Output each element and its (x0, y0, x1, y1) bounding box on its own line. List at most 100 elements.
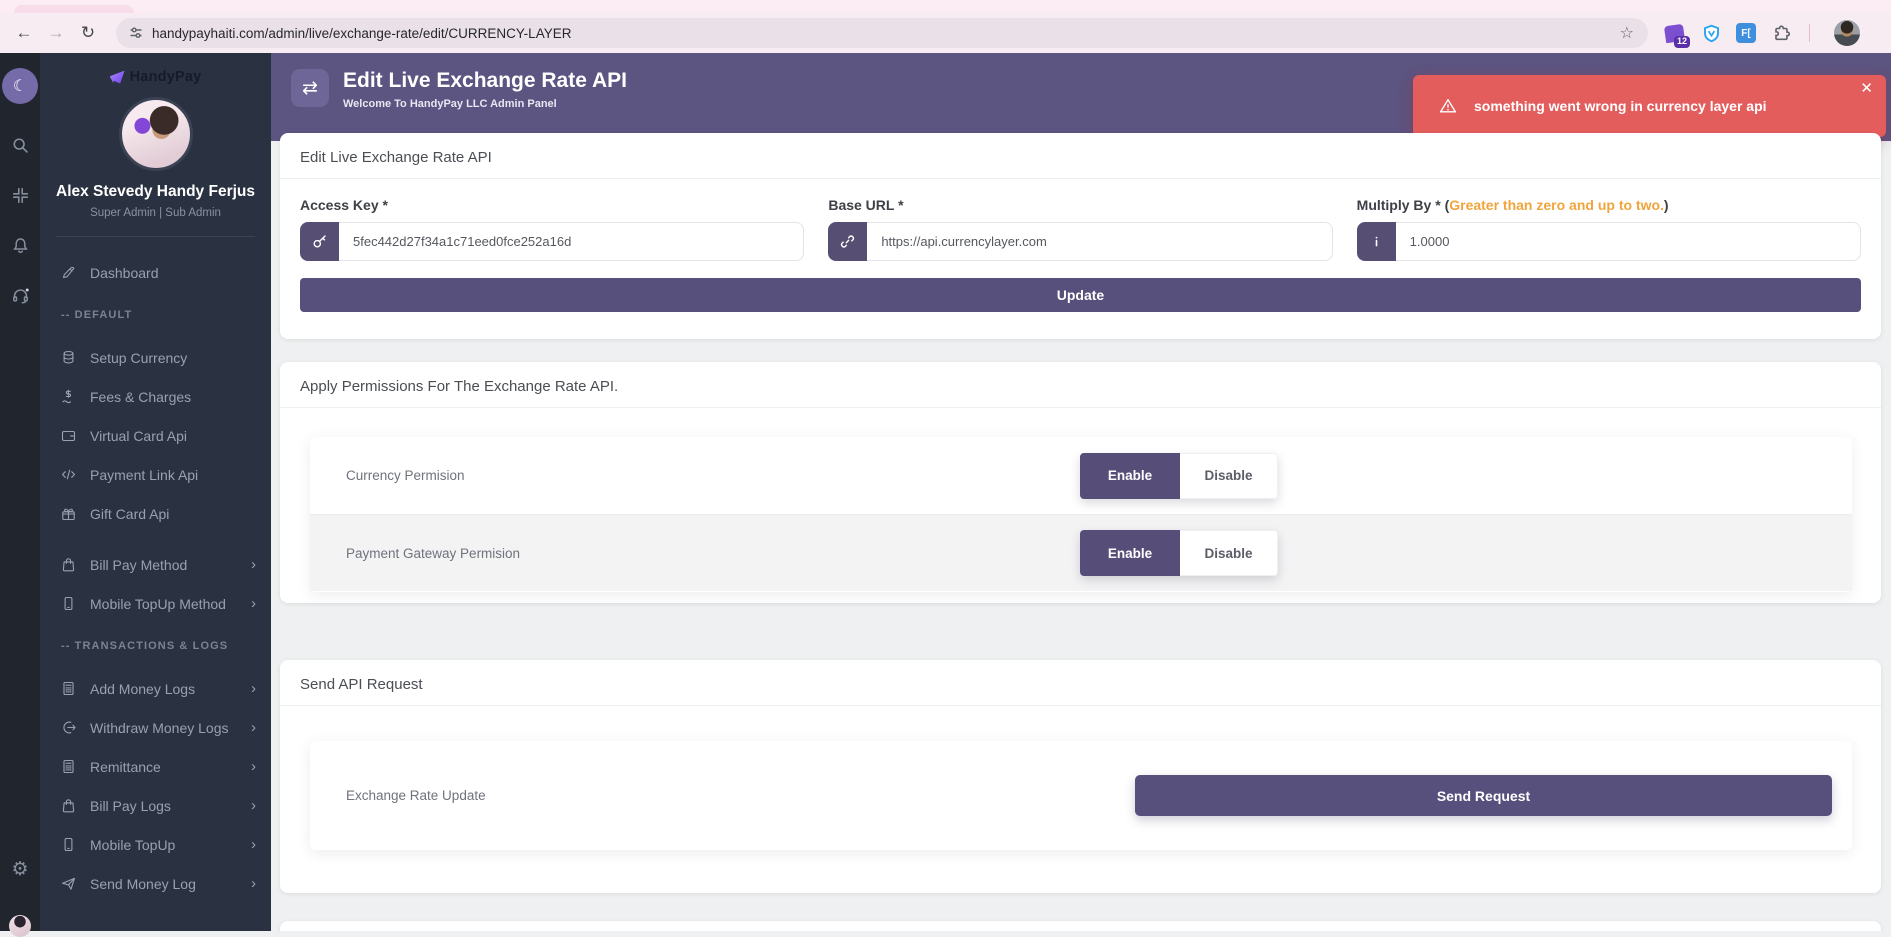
access-key-input[interactable] (339, 222, 804, 261)
calc-icon (61, 681, 77, 696)
browser-profile-avatar[interactable] (1834, 20, 1860, 46)
permission-toggle: EnableDisable (1080, 453, 1278, 499)
settings-gear-icon[interactable]: ⚙ (11, 858, 28, 881)
sidebar-item-dashboard[interactable]: Dashboard (40, 253, 271, 292)
handypay-logo[interactable]: HandyPay (40, 67, 271, 87)
sidebar-menu: Dashboard-- DEFAULTSetup CurrencyFees & … (40, 253, 271, 903)
sidebar-item-withdraw-money-logs[interactable]: Withdraw Money Logs› (40, 708, 271, 747)
bag-icon (61, 557, 77, 572)
rail-user-avatar[interactable] (9, 915, 31, 937)
permissions-card-title: Apply Permissions For The Exchange Rate … (280, 362, 1881, 408)
main-content: ⇄ Edit Live Exchange Rate API Welcome To… (271, 53, 1891, 931)
disable-button[interactable]: Disable (1180, 453, 1278, 499)
chevron-right-icon: › (251, 836, 256, 853)
browser-tab[interactable] (14, 5, 134, 13)
sidebar-item-remittance[interactable]: Remittance › (40, 747, 271, 786)
access-key-label: Access Key * (300, 197, 804, 213)
sidebar-item-bill-pay-method[interactable]: Bill Pay Method› (40, 545, 271, 584)
key-icon (300, 222, 339, 261)
moon-icon: ☾ (13, 76, 27, 96)
sidebar: HandyPay Alex Stevedy Handy Ferjus Super… (40, 53, 271, 931)
sidebar-item-bill-pay-logs[interactable]: Bill Pay Logs› (40, 786, 271, 825)
permission-label: Currency Permision (346, 468, 465, 483)
forward-icon[interactable]: → (40, 17, 72, 49)
search-icon[interactable] (12, 137, 29, 154)
sidebar-item-send-money-log[interactable]: Send Money Log› (40, 864, 271, 903)
edit-api-card: Edit Live Exchange Rate API Access Key * (280, 133, 1881, 339)
sidebar-item-mobile-topup[interactable]: Mobile TopUp › (40, 825, 271, 864)
fi-extension-icon[interactable]: F[ (1736, 23, 1756, 43)
back-icon[interactable]: ← (8, 17, 40, 49)
sidebar-item-label: Send Money Log (90, 876, 196, 892)
bag-icon (61, 798, 77, 813)
send-request-button[interactable]: Send Request (1135, 775, 1832, 816)
fullscreen-compress-icon[interactable] (12, 187, 29, 204)
disable-button[interactable]: Disable (1180, 530, 1278, 576)
handypay-logo-icon (110, 71, 125, 84)
dark-mode-toggle[interactable]: ☾ (2, 68, 38, 104)
permission-toggle: EnableDisable (1080, 530, 1278, 576)
sidebar-item-label: Mobile TopUp (90, 837, 175, 853)
enable-button[interactable]: Enable (1080, 530, 1180, 576)
user-avatar[interactable] (119, 97, 193, 171)
coins-icon (61, 350, 77, 365)
sidebar-divider (56, 236, 255, 237)
sidebar-item-label: Dashboard (90, 265, 159, 281)
reload-icon[interactable]: ↻ (72, 17, 104, 49)
permissions-table: Currency PermisionEnableDisablePayment G… (310, 437, 1852, 592)
page-title: Edit Live Exchange Rate API (343, 69, 627, 93)
page-head: ⇄ Edit Live Exchange Rate API Welcome To… (291, 69, 627, 110)
warning-icon (1439, 97, 1457, 115)
support-headset-icon[interactable] (12, 287, 29, 304)
toast-message: something went wrong in currency layer a… (1474, 98, 1767, 114)
toast-close-icon[interactable]: ✕ (1860, 79, 1873, 97)
browser-toolbar: ← → ↻ ☆ 12 (0, 13, 1891, 53)
sidebar-item-mobile-topup-method[interactable]: Mobile TopUp Method› (40, 584, 271, 623)
sidebar-item-virtual-card-api[interactable]: Virtual Card Api (40, 416, 271, 455)
link-icon (828, 222, 867, 261)
app-shell: ☾ ⚙ (0, 53, 1891, 931)
permission-label: Payment Gateway Permision (346, 546, 520, 561)
base-url-input[interactable] (867, 222, 1332, 261)
exchange-arrows-icon: ⇄ (291, 69, 329, 107)
sidebar-section-label: -- TRANSACTIONS & LOGS (40, 623, 271, 669)
base-url-group: Base URL * (828, 197, 1332, 261)
error-toast: something went wrong in currency layer a… (1413, 75, 1886, 137)
extensions-puzzle-icon[interactable] (1769, 21, 1793, 45)
update-button[interactable]: Update (300, 278, 1861, 312)
icon-rail: ☾ ⚙ (0, 53, 40, 931)
site-info-icon[interactable] (128, 25, 144, 41)
enable-button[interactable]: Enable (1080, 453, 1180, 499)
sidebar-item-setup-currency[interactable]: Setup Currency (40, 338, 271, 377)
sidebar-item-add-money-logs[interactable]: Add Money Logs› (40, 669, 271, 708)
sidebar-item-label: Withdraw Money Logs (90, 720, 229, 736)
bookmark-star-icon[interactable]: ☆ (1620, 23, 1634, 43)
notifications-bell-icon[interactable] (12, 237, 29, 254)
rocket-icon (61, 265, 77, 280)
multiply-by-input[interactable] (1396, 222, 1861, 261)
tag-extension-icon[interactable]: 12 (1662, 21, 1686, 45)
url-input[interactable] (152, 26, 1620, 41)
sidebar-item-payment-link-api[interactable]: Payment Link Api (40, 455, 271, 494)
shield-extension-icon[interactable] (1699, 21, 1723, 45)
sidebar-item-label: Setup Currency (90, 350, 187, 366)
sidebar-item-label: Add Money Logs (90, 681, 195, 697)
sidebar-item-label: Gift Card Api (90, 506, 169, 522)
info-icon (1357, 222, 1396, 261)
multiply-by-label: Multiply By * (Greater than zero and up … (1357, 197, 1861, 213)
next-card-partial (280, 921, 1881, 931)
phone-icon (61, 596, 77, 611)
browser-chrome: ← → ↻ ☆ 12 (0, 0, 1891, 53)
permission-row: Payment Gateway Permision EnableDisable (310, 514, 1852, 591)
address-bar[interactable]: ☆ (116, 18, 1648, 48)
browser-tab-strip (0, 0, 1891, 13)
send-api-card-title: Send API Request (280, 660, 1881, 706)
permissions-card: Apply Permissions For The Exchange Rate … (280, 362, 1881, 603)
sidebar-item-gift-card-api[interactable]: Gift Card Api (40, 494, 271, 533)
handypay-logo-text: HandyPay (130, 69, 202, 85)
chevron-right-icon: › (251, 758, 256, 775)
access-key-group: Access Key * (300, 197, 804, 261)
send-api-row: Exchange Rate Update Send Request (310, 741, 1852, 850)
sidebar-item-fees-charges[interactable]: Fees & Charges (40, 377, 271, 416)
sidebar-item-label: Remittance (90, 759, 161, 775)
